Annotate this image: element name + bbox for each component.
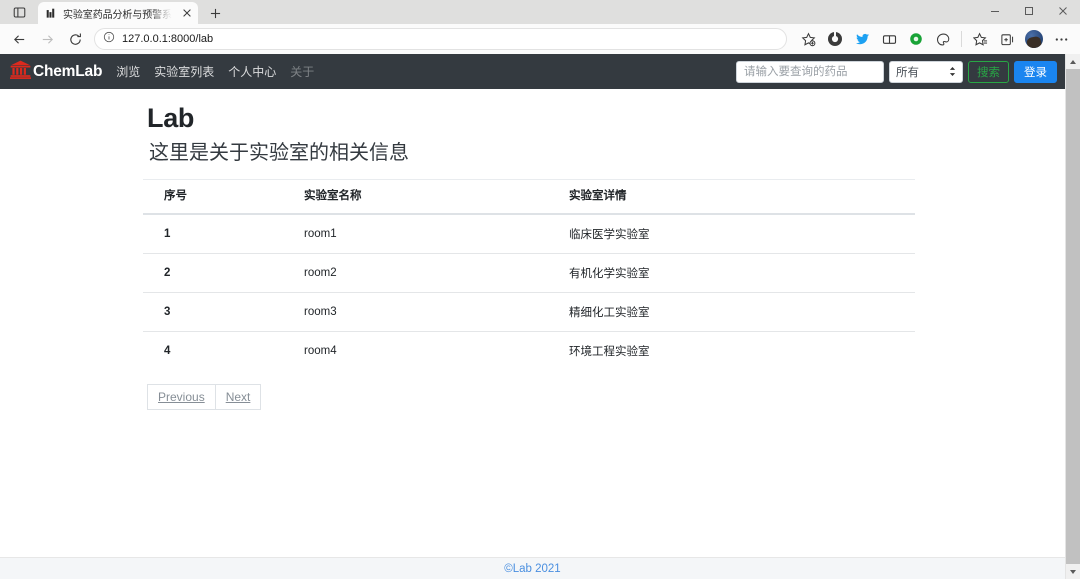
cell-index: 1 xyxy=(143,213,283,254)
tab-actions-button[interactable] xyxy=(4,1,34,23)
browser-titlebar: 实验室药品分析与预警系统 -实验 xyxy=(0,0,1080,24)
favorites-icon[interactable] xyxy=(967,27,993,51)
lab-table: 序号 实验室名称 实验室详情 1 room1 临床医学实验室 2 room2 有… xyxy=(143,179,915,370)
footer-copyright-link[interactable]: ©Lab 2021 xyxy=(504,563,560,575)
table-row: 2 room2 有机化学实验室 xyxy=(143,253,915,293)
profile-avatar[interactable] xyxy=(1021,27,1047,51)
page-scrollbar[interactable] xyxy=(1065,54,1080,579)
lab-table-body: 1 room1 临床医学实验室 2 room2 有机化学实验室 3 room3 … xyxy=(143,213,915,370)
site-footer: ©Lab 2021 xyxy=(0,557,1065,579)
site-navbar: ChemLab 浏览 实验室列表 个人中心 关于 所有 xyxy=(0,54,1065,89)
search-category-value: 所有 xyxy=(896,66,919,79)
new-tab-button[interactable] xyxy=(204,3,226,23)
column-header-lab-detail: 实验室详情 xyxy=(548,179,915,215)
cell-index: 2 xyxy=(143,253,283,293)
column-header-lab-name: 实验室名称 xyxy=(283,179,548,215)
toolbar-divider xyxy=(961,31,962,47)
site-info-icon[interactable] xyxy=(103,30,115,48)
collections-panel-icon[interactable] xyxy=(994,27,1020,51)
back-arrow-icon[interactable] xyxy=(6,27,32,51)
maximize-button[interactable] xyxy=(1012,0,1046,22)
browser-essentials-icon[interactable] xyxy=(930,27,956,51)
pagination-next-button[interactable]: Next xyxy=(215,384,262,410)
page-title: Lab xyxy=(147,103,195,133)
site-favicon xyxy=(46,8,55,18)
browser-window: 实验室药品分析与预警系统 -实验 xyxy=(0,0,1080,579)
cell-lab-name: room1 xyxy=(283,213,548,254)
cell-lab-detail: 临床医学实验室 xyxy=(548,213,915,254)
pagination: Previous Next xyxy=(147,384,933,410)
cell-lab-name: room2 xyxy=(283,253,548,293)
table-row: 4 room4 环境工程实验室 xyxy=(143,331,915,370)
tab-close-icon[interactable] xyxy=(180,6,194,20)
table-row: 1 room1 临床医学实验室 xyxy=(143,213,915,254)
lab-table-head: 序号 实验室名称 实验室详情 xyxy=(143,179,915,215)
browser-tab[interactable]: 实验室药品分析与预警系统 -实验 xyxy=(38,2,198,24)
brand-name: ChemLab xyxy=(33,62,103,80)
close-button[interactable] xyxy=(1046,0,1080,22)
cell-lab-name: room3 xyxy=(283,292,548,332)
address-bar-url: 127.0.0.1:8000/lab xyxy=(122,33,214,45)
page-content: Lab 这里是关于实验室的相关信息 序号 实验室名称 实验室详情 1 room1… xyxy=(0,89,1065,557)
table-header-row: 序号 实验室名称 实验室详情 xyxy=(143,179,915,215)
cell-index: 3 xyxy=(143,292,283,332)
cell-lab-detail: 精细化工实验室 xyxy=(548,292,915,332)
page-viewport: ChemLab 浏览 实验室列表 个人中心 关于 所有 xyxy=(0,54,1080,579)
table-row: 3 room3 精细化工实验室 xyxy=(143,292,915,332)
address-bar[interactable]: 127.0.0.1:8000/lab xyxy=(94,28,787,50)
green-dot-extension-icon[interactable] xyxy=(903,27,929,51)
cell-lab-detail: 有机化学实验室 xyxy=(548,253,915,293)
cell-index: 4 xyxy=(143,331,283,370)
add-favorite-icon[interactable] xyxy=(795,27,821,51)
split-screen-icon[interactable] xyxy=(876,27,902,51)
reload-icon[interactable] xyxy=(62,27,88,51)
nav-link-browse[interactable]: 浏览 xyxy=(116,63,140,80)
cell-lab-detail: 环境工程实验室 xyxy=(548,331,915,370)
university-icon xyxy=(10,60,31,84)
browser-toolbar: 127.0.0.1:8000/lab xyxy=(0,24,1080,54)
forward-arrow-icon xyxy=(34,27,60,51)
navbar-links: 浏览 实验室列表 个人中心 关于 xyxy=(116,63,314,80)
content-container: Lab 这里是关于实验室的相关信息 序号 实验室名称 实验室详情 1 room1… xyxy=(143,103,933,410)
column-header-index: 序号 xyxy=(143,179,283,215)
search-category-select[interactable]: 所有 xyxy=(889,60,963,83)
more-options-icon[interactable] xyxy=(1048,27,1074,51)
page-subtitle: 这里是关于实验室的相关信息 xyxy=(149,142,409,164)
twitter-extension-icon[interactable] xyxy=(849,27,875,51)
login-button[interactable]: 登录 xyxy=(1014,60,1057,83)
tab-title: 实验室药品分析与预警系统 -实验 xyxy=(63,9,174,21)
search-input[interactable] xyxy=(736,60,884,83)
site-brand[interactable]: ChemLab xyxy=(10,60,102,84)
scrollbar-track[interactable] xyxy=(1066,69,1080,564)
collections-icon[interactable] xyxy=(822,27,848,51)
scrollbar-thumb[interactable] xyxy=(1066,69,1080,564)
scrollbar-up-arrow-icon[interactable] xyxy=(1066,54,1080,69)
scrollbar-down-arrow-icon[interactable] xyxy=(1066,564,1080,579)
cell-lab-name: room4 xyxy=(283,331,548,370)
web-page: ChemLab 浏览 实验室列表 个人中心 关于 所有 xyxy=(0,54,1065,579)
navbar-search-form: 所有 搜索 登录 xyxy=(736,60,1057,83)
window-controls xyxy=(978,0,1080,22)
nav-link-lab-list[interactable]: 实验室列表 xyxy=(154,63,214,80)
minimize-button[interactable] xyxy=(978,0,1012,22)
nav-link-about: 关于 xyxy=(290,65,315,79)
nav-link-user-center[interactable]: 个人中心 xyxy=(228,63,276,80)
chevron-updown-icon xyxy=(949,66,956,77)
toolbar-right-icons xyxy=(795,27,1074,51)
search-button[interactable]: 搜索 xyxy=(968,60,1009,83)
pagination-previous-button[interactable]: Previous xyxy=(147,384,216,410)
